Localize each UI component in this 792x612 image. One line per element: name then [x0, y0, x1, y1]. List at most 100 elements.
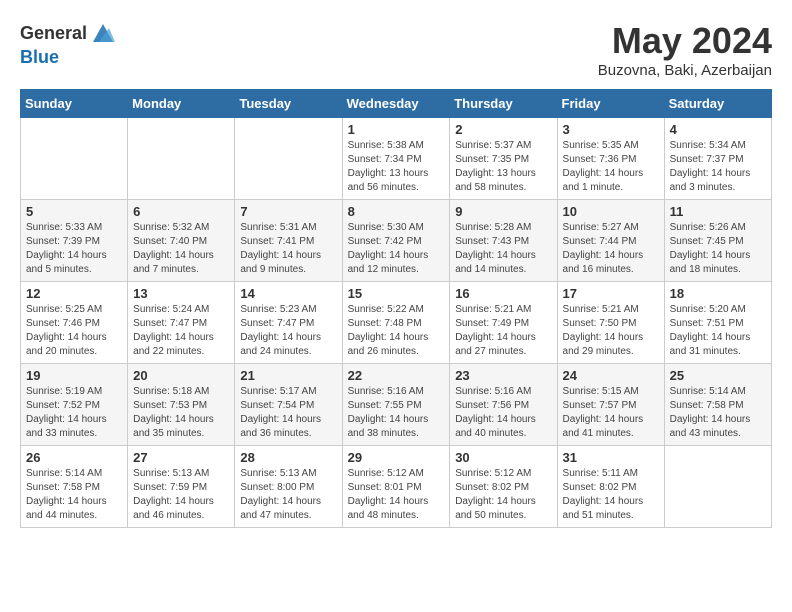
day-info: Sunrise: 5:34 AMSunset: 7:37 PMDaylight:…	[670, 139, 766, 195]
day-number: 25	[670, 368, 766, 383]
day-number: 9	[455, 204, 551, 219]
calendar-week-row: 5 Sunrise: 5:33 AMSunset: 7:39 PMDaylight…	[21, 200, 772, 282]
day-number: 6	[133, 204, 229, 219]
day-number: 23	[455, 368, 551, 383]
calendar-table: SundayMondayTuesdayWednesdayThursdayFrid…	[20, 89, 772, 528]
day-number: 31	[563, 450, 659, 465]
day-info: Sunrise: 5:12 AMSunset: 8:01 PMDaylight:…	[348, 467, 445, 523]
day-number: 29	[348, 450, 445, 465]
calendar-cell: 21Sunrise: 5:17 AMSunset: 7:54 PMDayligh…	[235, 364, 342, 446]
calendar-cell: 28 Sunrise: 5:13 AMSunset: 8:00 PMDayligh…	[235, 446, 342, 528]
calendar-cell: 25 Sunrise: 5:14 AMSunset: 7:58 PMDayligh…	[664, 364, 771, 446]
day-number: 30	[455, 450, 551, 465]
calendar-cell: 17 Sunrise: 5:21 AMSunset: 7:50 PMDayligh…	[557, 282, 664, 364]
day-info: Sunrise: 5:30 AMSunset: 7:42 PMDaylight:…	[348, 221, 445, 277]
day-number: 17	[563, 286, 659, 301]
day-number: 21	[240, 368, 336, 383]
day-number: 22	[348, 368, 445, 383]
calendar-cell: 5 Sunrise: 5:33 AMSunset: 7:39 PMDaylight…	[21, 200, 128, 282]
calendar-week-row: 19 Sunrise: 5:19 AMSunset: 7:52 PMDayligh…	[21, 364, 772, 446]
weekday-header-saturday: Saturday	[664, 90, 771, 118]
calendar-cell: 19 Sunrise: 5:19 AMSunset: 7:52 PMDayligh…	[21, 364, 128, 446]
calendar-cell: 12 Sunrise: 5:25 AMSunset: 7:46 PMDayligh…	[21, 282, 128, 364]
calendar-cell: 6 Sunrise: 5:32 AMSunset: 7:40 PMDaylight…	[128, 200, 235, 282]
calendar-cell: 23Sunrise: 5:16 AMSunset: 7:56 PMDayligh…	[450, 364, 557, 446]
calendar-cell: 4 Sunrise: 5:34 AMSunset: 7:37 PMDaylight…	[664, 118, 771, 200]
day-info: Sunrise: 5:33 AMSunset: 7:39 PMDaylight:…	[26, 221, 122, 277]
logo-icon	[89, 20, 117, 48]
day-info: Sunrise: 5:28 AMSunset: 7:43 PMDaylight:…	[455, 221, 551, 277]
weekday-header-sunday: Sunday	[21, 90, 128, 118]
month-title: May 2024	[598, 20, 772, 62]
calendar-cell	[235, 118, 342, 200]
day-number: 4	[670, 122, 766, 137]
calendar-cell: 22Sunrise: 5:16 AMSunset: 7:55 PMDayligh…	[342, 364, 450, 446]
day-number: 1	[348, 122, 445, 137]
day-number: 8	[348, 204, 445, 219]
calendar-cell: 27Sunrise: 5:13 AMSunset: 7:59 PMDayligh…	[128, 446, 235, 528]
day-number: 14	[240, 286, 336, 301]
calendar-cell: 13Sunrise: 5:24 AMSunset: 7:47 PMDayligh…	[128, 282, 235, 364]
weekday-header-wednesday: Wednesday	[342, 90, 450, 118]
calendar-cell: 16 Sunrise: 5:21 AMSunset: 7:49 PMDayligh…	[450, 282, 557, 364]
day-number: 2	[455, 122, 551, 137]
day-info: Sunrise: 5:20 AMSunset: 7:51 PMDaylight:…	[670, 303, 766, 359]
weekday-header-monday: Monday	[128, 90, 235, 118]
day-info: Sunrise: 5:32 AMSunset: 7:40 PMDaylight:…	[133, 221, 229, 277]
day-info: Sunrise: 5:14 AMSunset: 7:58 PMDaylight:…	[26, 467, 122, 523]
calendar-cell: 24 Sunrise: 5:15 AMSunset: 7:57 PMDayligh…	[557, 364, 664, 446]
day-number: 24	[563, 368, 659, 383]
calendar-cell	[128, 118, 235, 200]
calendar-cell: 20 Sunrise: 5:18 AMSunset: 7:53 PMDayligh…	[128, 364, 235, 446]
logo-text-blue: Blue	[20, 47, 59, 67]
calendar-cell: 15 Sunrise: 5:22 AMSunset: 7:48 PMDayligh…	[342, 282, 450, 364]
day-info: Sunrise: 5:37 AMSunset: 7:35 PMDaylight:…	[455, 139, 551, 195]
day-info: Sunrise: 5:13 AMSunset: 8:00 PMDaylight:…	[240, 467, 336, 523]
day-number: 18	[670, 286, 766, 301]
calendar-cell: 2 Sunrise: 5:37 AMSunset: 7:35 PMDaylight…	[450, 118, 557, 200]
day-info: Sunrise: 5:22 AMSunset: 7:48 PMDaylight:…	[348, 303, 445, 359]
calendar-week-row: 26 Sunrise: 5:14 AMSunset: 7:58 PMDayligh…	[21, 446, 772, 528]
day-info: Sunrise: 5:35 AMSunset: 7:36 PMDaylight:…	[563, 139, 659, 195]
day-info: Sunrise: 5:21 AMSunset: 7:49 PMDaylight:…	[455, 303, 551, 359]
logo-text-general: General	[20, 24, 87, 44]
day-info: Sunrise: 5:31 AMSunset: 7:41 PMDaylight:…	[240, 221, 336, 277]
calendar-week-row: 12 Sunrise: 5:25 AMSunset: 7:46 PMDayligh…	[21, 282, 772, 364]
day-number: 19	[26, 368, 122, 383]
day-info: Sunrise: 5:12 AMSunset: 8:02 PMDaylight:…	[455, 467, 551, 523]
calendar-cell: 18 Sunrise: 5:20 AMSunset: 7:51 PMDayligh…	[664, 282, 771, 364]
day-info: Sunrise: 5:19 AMSunset: 7:52 PMDaylight:…	[26, 385, 122, 441]
day-number: 15	[348, 286, 445, 301]
calendar-cell: 8 Sunrise: 5:30 AMSunset: 7:42 PMDaylight…	[342, 200, 450, 282]
day-number: 16	[455, 286, 551, 301]
calendar-cell: 7Sunrise: 5:31 AMSunset: 7:41 PMDaylight…	[235, 200, 342, 282]
calendar-cell	[21, 118, 128, 200]
day-number: 12	[26, 286, 122, 301]
day-number: 28	[240, 450, 336, 465]
calendar-cell	[664, 446, 771, 528]
weekday-header-thursday: Thursday	[450, 90, 557, 118]
calendar-cell: 9 Sunrise: 5:28 AMSunset: 7:43 PMDaylight…	[450, 200, 557, 282]
day-info: Sunrise: 5:14 AMSunset: 7:58 PMDaylight:…	[670, 385, 766, 441]
day-info: Sunrise: 5:26 AMSunset: 7:45 PMDaylight:…	[670, 221, 766, 277]
day-info: Sunrise: 5:23 AMSunset: 7:47 PMDaylight:…	[240, 303, 336, 359]
day-number: 26	[26, 450, 122, 465]
day-info: Sunrise: 5:21 AMSunset: 7:50 PMDaylight:…	[563, 303, 659, 359]
day-number: 11	[670, 204, 766, 219]
calendar-cell: 1Sunrise: 5:38 AMSunset: 7:34 PMDaylight…	[342, 118, 450, 200]
day-info: Sunrise: 5:11 AMSunset: 8:02 PMDaylight:…	[563, 467, 659, 523]
day-number: 13	[133, 286, 229, 301]
day-number: 3	[563, 122, 659, 137]
day-info: Sunrise: 5:15 AMSunset: 7:57 PMDaylight:…	[563, 385, 659, 441]
day-info: Sunrise: 5:27 AMSunset: 7:44 PMDaylight:…	[563, 221, 659, 277]
day-info: Sunrise: 5:13 AMSunset: 7:59 PMDaylight:…	[133, 467, 229, 523]
weekday-header-friday: Friday	[557, 90, 664, 118]
location: Buzovna, Baki, Azerbaijan	[598, 62, 772, 79]
title-area: May 2024 Buzovna, Baki, Azerbaijan	[598, 20, 772, 79]
day-number: 5	[26, 204, 122, 219]
day-number: 20	[133, 368, 229, 383]
day-info: Sunrise: 5:25 AMSunset: 7:46 PMDaylight:…	[26, 303, 122, 359]
calendar-cell: 11 Sunrise: 5:26 AMSunset: 7:45 PMDayligh…	[664, 200, 771, 282]
weekday-header-row: SundayMondayTuesdayWednesdayThursdayFrid…	[21, 90, 772, 118]
day-info: Sunrise: 5:18 AMSunset: 7:53 PMDaylight:…	[133, 385, 229, 441]
